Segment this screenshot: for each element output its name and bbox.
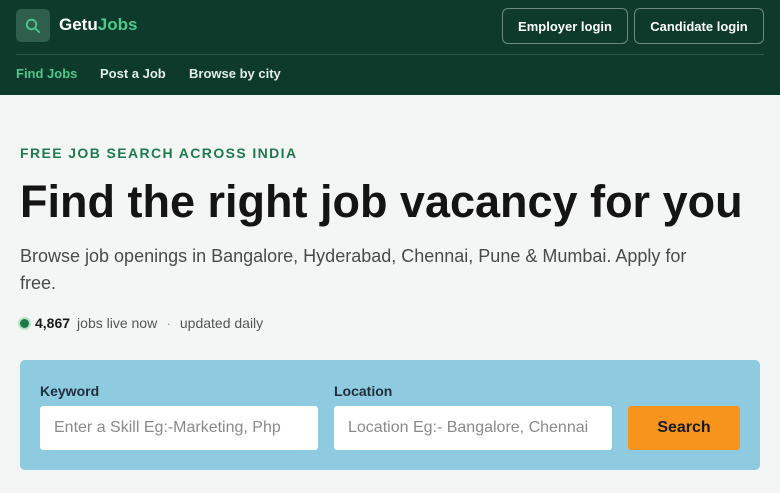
employer-login-button[interactable]: Employer login [502,8,628,44]
nav-find-jobs[interactable]: Find Jobs [16,66,77,82]
keyword-label: Keyword [40,383,100,399]
hero-eyebrow: FREE JOB SEARCH ACROSS INDIA [20,145,298,161]
jobs-live-text: jobs live now [77,315,158,331]
updated-text: updated daily [179,315,264,331]
candidate-login-button[interactable]: Candidate login [634,8,764,44]
search-icon [25,18,41,33]
keyword-input[interactable] [40,406,318,450]
brand-name-part2: Jobs [97,15,138,34]
logo-search-button[interactable] [16,9,50,42]
stats-separator: · [166,315,171,331]
top-header: GetuJobs Employer login Candidate login … [0,0,780,95]
page-title: Find the right job vacancy for you [20,176,743,227]
job-count: 4,867 [35,315,71,331]
brand-logo-text[interactable]: GetuJobs [59,15,137,35]
location-label: Location [334,383,393,399]
location-input[interactable] [334,406,612,450]
nav-browse-by-city[interactable]: Browse by city [189,66,281,82]
brand-name-part1: Getu [59,15,98,34]
nav-post-a-job[interactable]: Post a Job [100,66,166,82]
job-stats: 4,867 jobs live now · updated daily [20,315,263,332]
header-divider [16,54,764,55]
live-dot-icon [20,319,29,328]
search-button[interactable]: Search [628,406,740,450]
hero-subtext: Browse job openings in Bangalore, Hydera… [20,246,687,293]
